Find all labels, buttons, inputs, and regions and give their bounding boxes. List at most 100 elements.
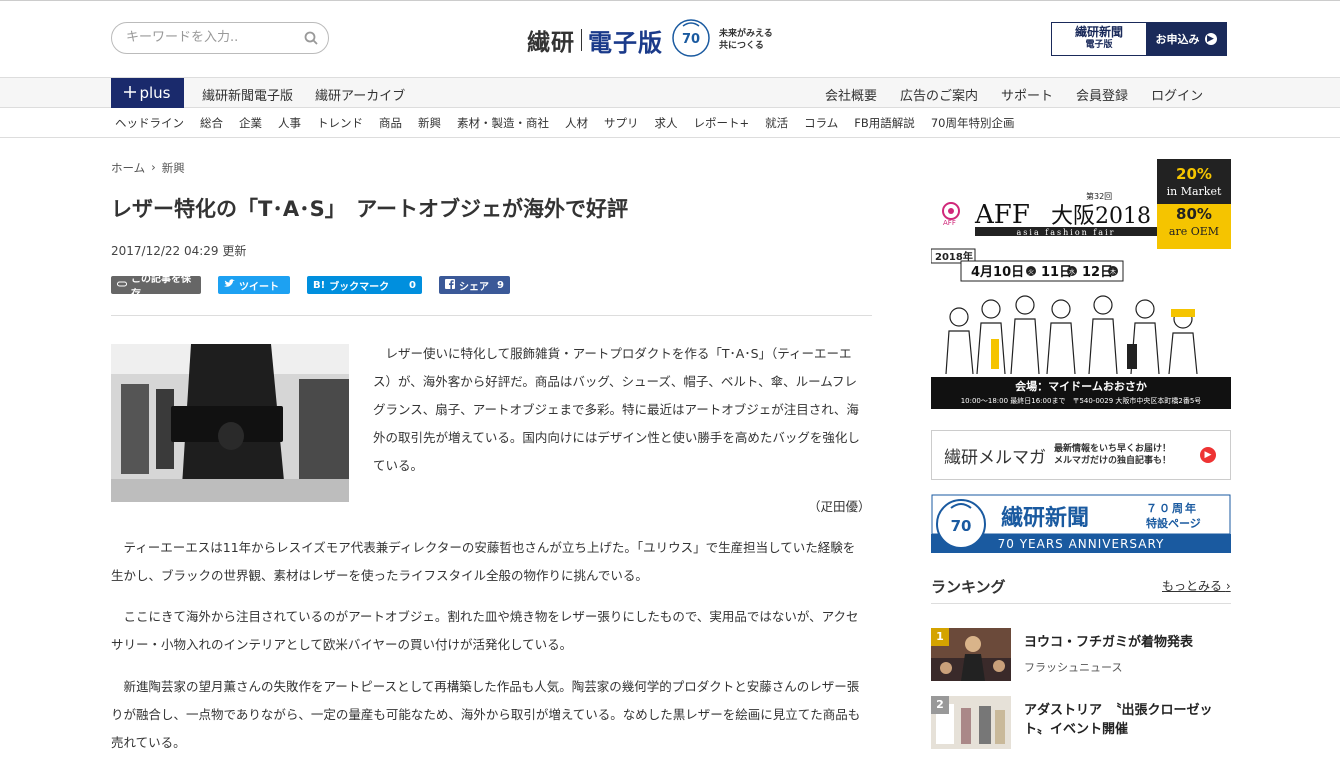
page-title: レザー特化の「T･A･S」 アートオブジェが海外で好評 (111, 197, 628, 221)
search-input[interactable] (124, 29, 298, 46)
ranking-divider (931, 603, 1231, 604)
mail-magazine-banner[interactable]: 繊研メルマガ 最新情報をいち早くお届け！ メルマガだけの独自記事も！ ▶ (931, 430, 1231, 480)
article-paragraph: 新進陶芸家の望月薫さんの失敗作をアートピースとして再構築した作品も人気。陶芸家の… (111, 679, 861, 750)
category-link[interactable]: 素材・製造・商社 (457, 115, 549, 131)
ad-promo-1-pct: 20% (1176, 165, 1212, 183)
anni-tag-1: ７０周年 (1146, 501, 1198, 515)
hatena-icon: B! (313, 279, 326, 291)
plus-button[interactable]: plus (111, 78, 184, 108)
breadcrumb: ホーム › 新興 (111, 160, 185, 176)
nav-link-support[interactable]: サポート (1001, 85, 1053, 104)
category-link[interactable]: 就活 (765, 115, 788, 131)
facebook-share-button[interactable]: シェア 9 (439, 276, 510, 294)
ranking-number: 2 (931, 696, 949, 714)
mailmag-title: 繊研メルマガ (944, 447, 1046, 468)
logo-separator (581, 29, 582, 51)
search-icon[interactable] (304, 30, 318, 49)
nav-link-company[interactable]: 会社概要 (825, 85, 877, 104)
ranking-title[interactable]: ヨウコ・フチガミが着物発表 (1024, 633, 1229, 652)
ad-promo-1-text: in Market (1167, 185, 1222, 198)
nav-link-archive[interactable]: 繊研アーカイブ (315, 85, 405, 104)
anni-tag-2: 特設ページ (1146, 516, 1201, 530)
subscribe-title-block: 繊研新聞 電子版 (1052, 23, 1146, 55)
plus-label: plus (139, 84, 171, 102)
subscribe-title: 繊研新聞 (1074, 25, 1123, 39)
category-link[interactable]: 総合 (200, 115, 223, 131)
chevron-right-icon: › (1225, 579, 1231, 593)
category-link[interactable]: トレンド (317, 115, 363, 131)
ranking-source: フラッシュニュース (1024, 661, 1123, 674)
primary-nav-right: 会社概要 広告のご案内 サポート 会員登録 ログイン (825, 85, 1203, 104)
ad-date-1: 4月10日 (971, 265, 1024, 280)
category-link[interactable]: FB用語解説 (854, 115, 915, 131)
sparkle-icon (124, 84, 137, 102)
category-link[interactable]: 求人 (655, 115, 678, 131)
hatena-bookmark-button[interactable]: B! ブックマーク 0 (307, 276, 422, 294)
facebook-count: 9 (497, 279, 504, 291)
top-border (0, 0, 1340, 1)
ranking-thumbnail[interactable]: 2 (931, 696, 1011, 749)
facebook-icon (445, 278, 455, 292)
ad-flower-label: AFF (943, 219, 956, 227)
anni-badge-number: 70 (951, 517, 972, 535)
ranking-more-label: もっとみる (1162, 579, 1223, 593)
ad-promo-2-pct: 80% (1176, 205, 1212, 223)
anniversary-banner[interactable]: 70 繊研新聞 ７０周年 特設ページ 70 YEARS ANNIVERSARY (931, 494, 1231, 553)
save-label: この記事を保存 (131, 274, 191, 300)
ad-hours: 10:00〜18:00 最終日16:00まで 〒540-0029 大阪市中央区本… (961, 396, 1202, 405)
badge-number: 70 (682, 32, 700, 47)
category-link[interactable]: 人事 (278, 115, 301, 131)
nav-link-login[interactable]: ログイン (1151, 85, 1203, 104)
arrow-right-icon: ▶ (1200, 447, 1216, 463)
hatena-label: ブックマーク (329, 281, 390, 293)
category-nav-divider (0, 137, 1340, 138)
hatena-count: 0 (409, 279, 416, 291)
ad-date-2-dow: 水 (1069, 268, 1075, 276)
ad-date-3-dow: 木 (1110, 268, 1116, 276)
tweet-button[interactable]: ツイート (218, 276, 290, 294)
breadcrumb-home[interactable]: ホーム (111, 160, 145, 176)
breadcrumb-current[interactable]: 新興 (162, 160, 185, 176)
article-photo[interactable] (111, 344, 349, 502)
article-paragraph: ティーエーエスは11年からレスイズモア代表兼ディレクターの安藤哲也さんが立ち上げ… (111, 540, 856, 583)
category-link[interactable]: サプリ (604, 115, 639, 131)
article-lead: レザー使いに特化して服飾雑貨・アートプロダクトを作る「T･A･S」（ティーエーエ… (373, 346, 860, 473)
category-link[interactable]: レポート+ (694, 115, 750, 131)
ranking-title[interactable]: アダストリア 〝出張クローゼット〟イベント開催 (1024, 701, 1229, 739)
subscribe-cta[interactable]: お申込み ▶ (1146, 23, 1226, 55)
ad-year: 2018 (1095, 204, 1151, 229)
category-link[interactable]: コラム (804, 115, 838, 131)
nav-link-e-edition[interactable]: 繊研新聞電子版 (202, 85, 293, 104)
logo-tagline-2: 共につくる (719, 41, 764, 51)
category-link[interactable]: 70周年特別企画 (931, 115, 1015, 131)
ranking-heading: ランキング (931, 578, 1006, 596)
article-date: 2017/12/22 04:29 更新 (111, 244, 247, 258)
share-bar: この記事を保存 ツイート B! ブックマーク 0 シェア 9 (111, 274, 510, 300)
logo-main: 繊研 (527, 30, 575, 56)
ranking-item[interactable]: 1 ヨウコ・フチガミが着物発表 フラッシュニュース (931, 628, 1231, 684)
ad-venue: 会場：マイドームおおさか (1015, 379, 1147, 393)
nav-link-register[interactable]: 会員登録 (1076, 85, 1128, 104)
ranking-more-link[interactable]: もっとみる › (1162, 577, 1231, 594)
ranking-thumbnail[interactable]: 1 (931, 628, 1011, 681)
aff-osaka-ad-banner[interactable]: 20% in Market 80% are OEM AFF 第32回 AFF 大… (931, 159, 1231, 409)
logo-tagline: 未来がみえる 共につくる (719, 28, 773, 52)
anni-footer: 70 YEARS ANNIVERSARY (998, 537, 1165, 551)
category-link[interactable]: 新興 (418, 115, 441, 131)
site-logo[interactable]: 繊研 電子版 70 未来がみえる 共につくる (527, 19, 773, 60)
category-link[interactable]: 企業 (239, 115, 262, 131)
logo-tagline-1: 未来がみえる (719, 29, 773, 39)
primary-nav-left: 繊研新聞電子版 繊研アーカイブ (202, 85, 405, 104)
category-link[interactable]: 商品 (379, 115, 402, 131)
ranking-number: 1 (931, 628, 949, 646)
mailmag-subtitle: 最新情報をいち早くお届け！ メルマガだけの独自記事も！ (1054, 443, 1171, 467)
ad-promo-2-text: are OEM (1169, 225, 1219, 238)
category-link[interactable]: 人材 (565, 115, 588, 131)
category-link[interactable]: ヘッドライン (115, 115, 184, 131)
subscribe-button[interactable]: 繊研新聞 電子版 お申込み ▶ (1051, 22, 1227, 56)
breadcrumb-chevron-icon: › (151, 160, 156, 174)
twitter-icon (224, 279, 235, 291)
logo-sub: 電子版 (588, 28, 663, 57)
save-article-button[interactable]: この記事を保存 (111, 274, 201, 300)
nav-link-advertising[interactable]: 広告のご案内 (900, 85, 978, 104)
